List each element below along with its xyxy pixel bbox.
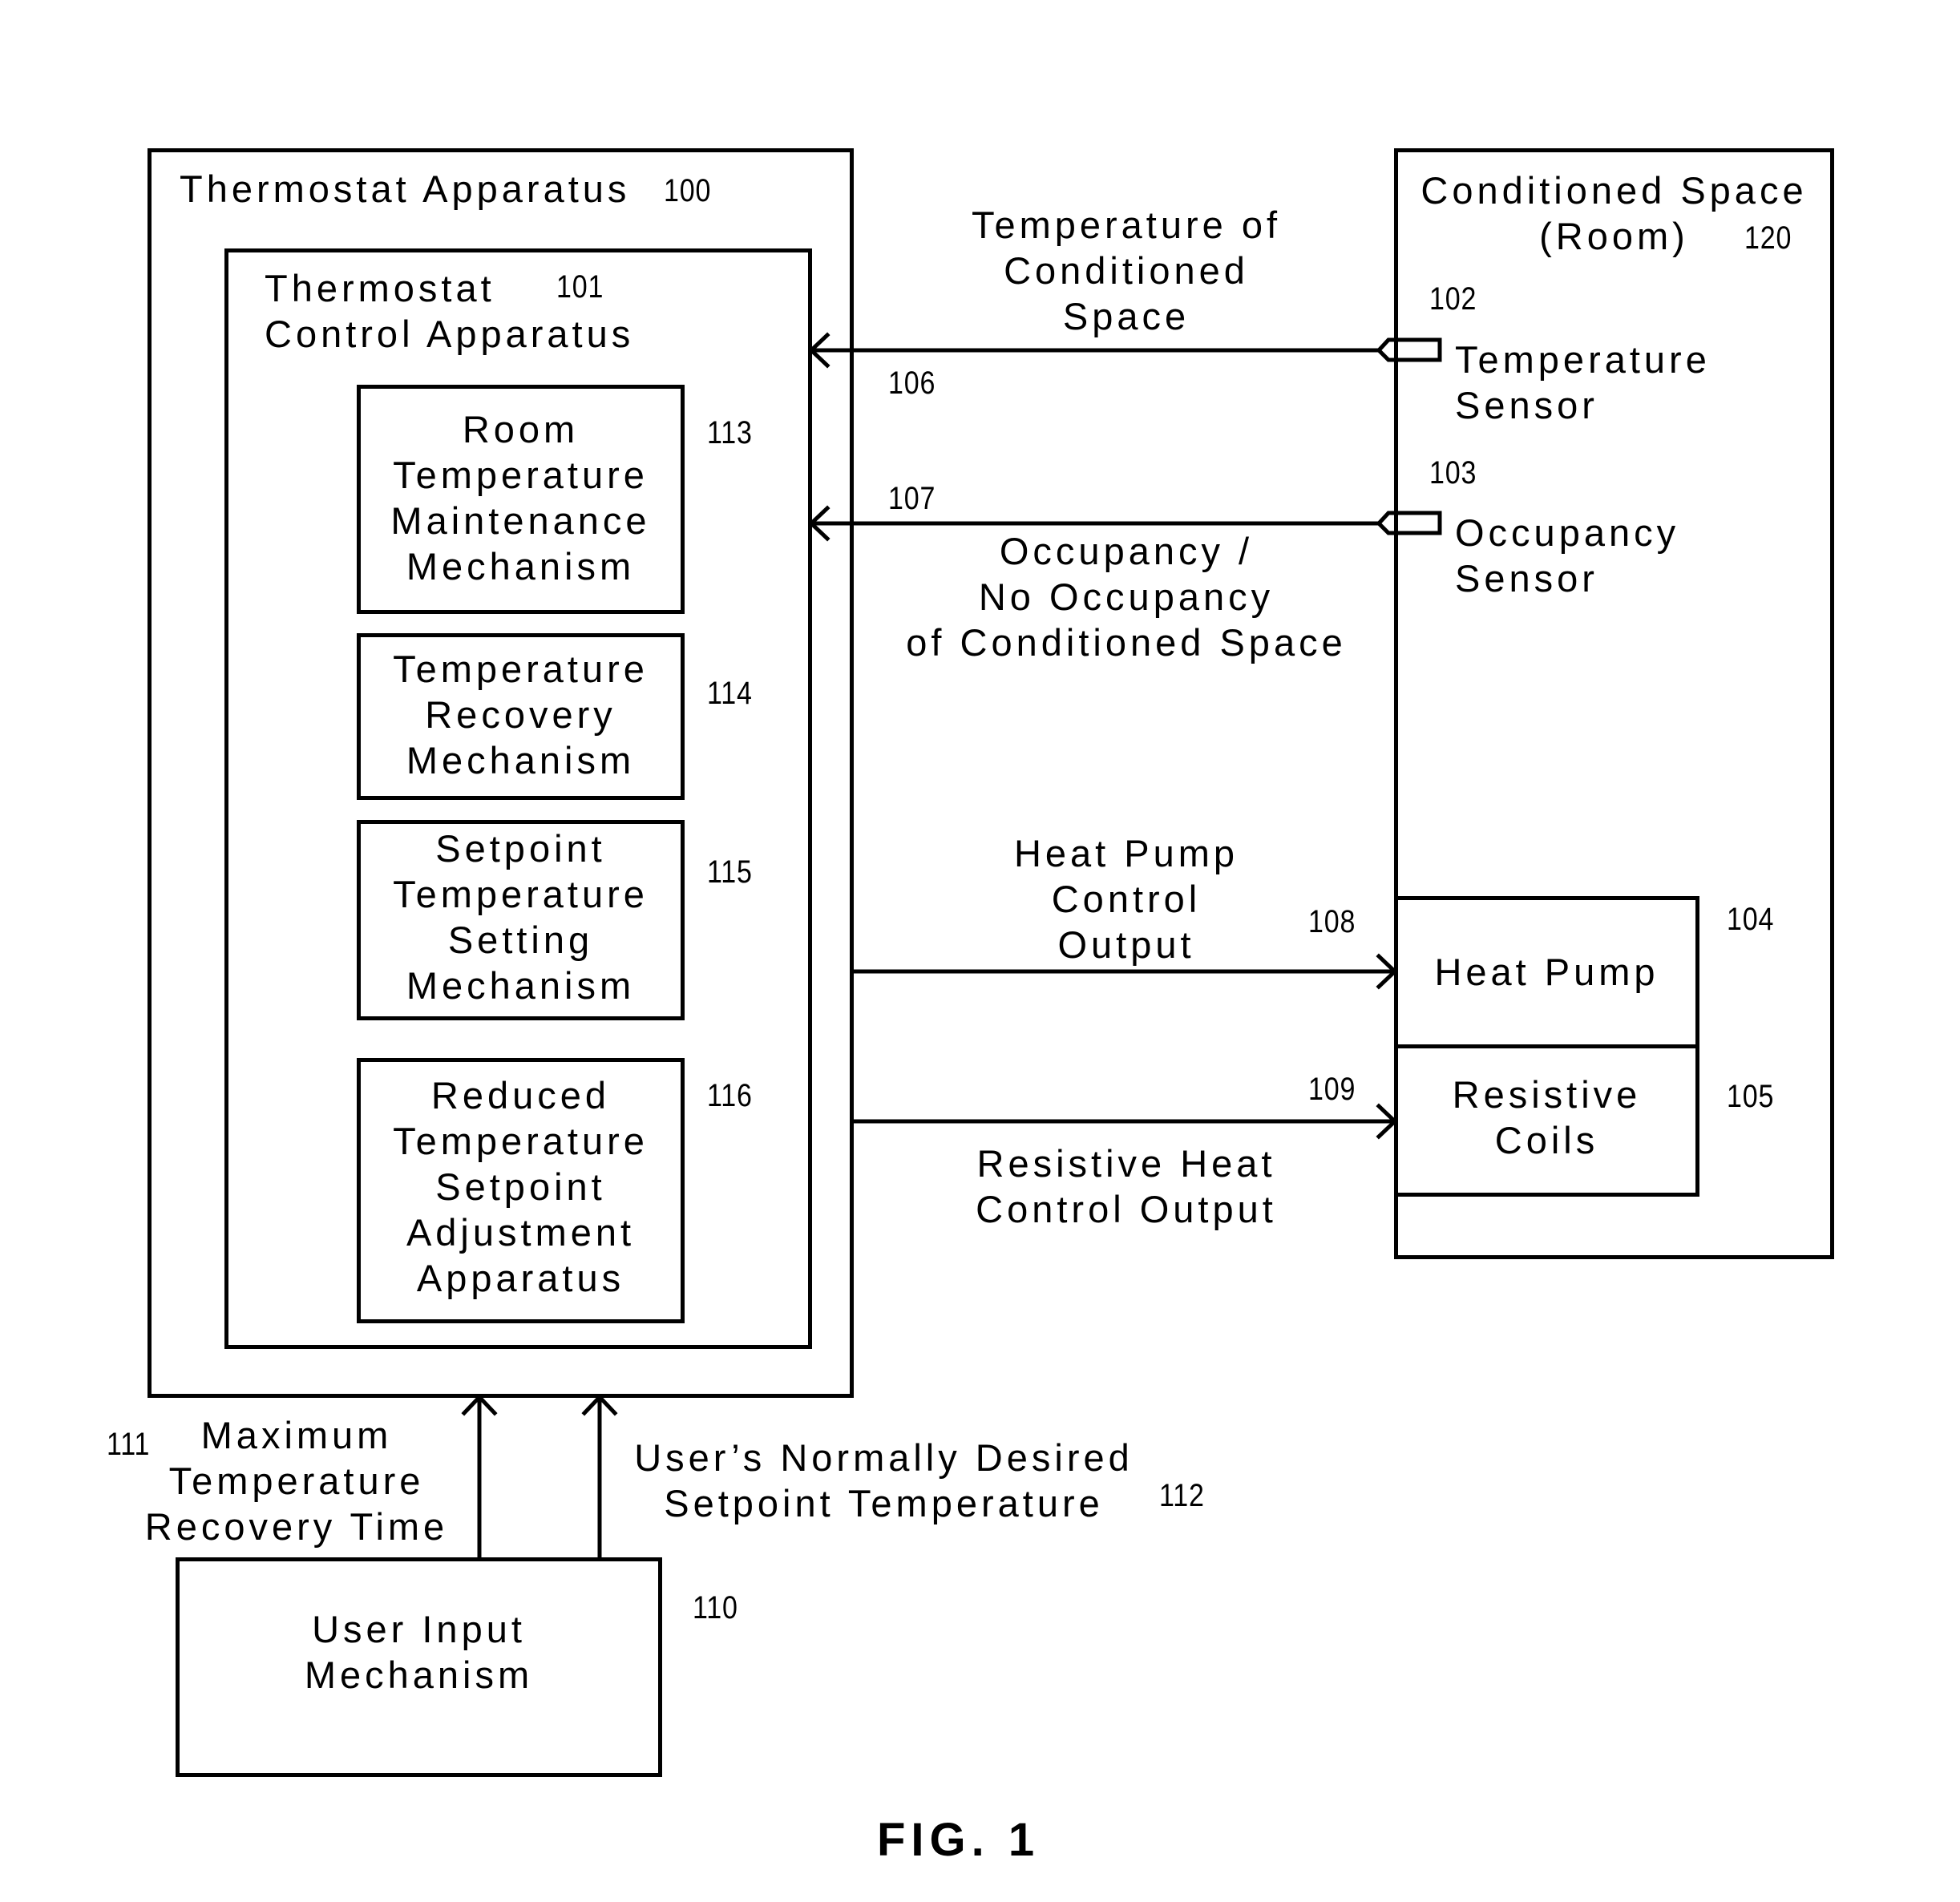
- occupancy-sensor-ref: 103: [1429, 455, 1477, 491]
- thermostat-apparatus-ref: 100: [664, 173, 712, 208]
- resistive-coils-label: Resistive Coils: [1452, 1073, 1642, 1161]
- signal-label-109: Resistive Heat Control Output: [976, 1142, 1277, 1230]
- user-input-mechanism-label: User Input Mechanism: [304, 1608, 534, 1696]
- temperature-sensor-label: Temperature Sensor: [1455, 338, 1711, 426]
- reduced-setpoint-adjustment-ref: 116: [707, 1078, 753, 1113]
- signal-ref-107: 107: [888, 481, 936, 516]
- room-temperature-maintenance-ref: 113: [707, 415, 753, 450]
- heat-pump-label: Heat Pump: [1434, 951, 1659, 993]
- thermostat-apparatus-label: Thermostat Apparatus: [180, 168, 631, 210]
- reduced-setpoint-adjustment-label: Reduced Temperature Setpoint Adjustment …: [393, 1074, 649, 1299]
- setpoint-temperature-setting-label: Setpoint Temperature Setting Mechanism: [393, 827, 649, 1007]
- signal-label-107: Occupancy / No Occupancy of Conditioned …: [906, 530, 1347, 664]
- signal-ref-108: 108: [1308, 904, 1356, 939]
- conditioned-space-ref: 120: [1744, 220, 1792, 256]
- signal-label-106: Temperature of Conditioned Space: [971, 204, 1282, 337]
- setpoint-temperature-setting-ref: 115: [707, 854, 753, 890]
- signal-label-108: Heat Pump Control Output: [1013, 832, 1239, 966]
- temperature-recovery-ref: 114: [707, 676, 753, 711]
- thermostat-control-ref: 101: [556, 269, 604, 305]
- signal-ref-106: 106: [888, 365, 936, 401]
- figure-label: FIG. 1: [877, 1814, 1041, 1866]
- user-input-mechanism-ref: 110: [693, 1590, 738, 1625]
- heat-pump-ref: 104: [1727, 902, 1775, 937]
- resistive-coils-ref: 105: [1727, 1079, 1775, 1114]
- room-temperature-maintenance-label: Room Temperature Maintenance Mechanism: [390, 408, 651, 588]
- desired-setpoint-ref: 112: [1159, 1478, 1205, 1513]
- signal-ref-109: 109: [1308, 1072, 1356, 1107]
- desired-setpoint-label: User’s Normally Desired Setpoint Tempera…: [634, 1436, 1134, 1524]
- temperature-recovery-label: Temperature Recovery Mechanism: [393, 648, 649, 781]
- occupancy-sensor-label: Occupancy Sensor: [1455, 511, 1680, 600]
- temperature-sensor-ref: 102: [1429, 281, 1477, 317]
- max-recovery-time-label: Maximum Temperature Recovery Time: [144, 1414, 449, 1548]
